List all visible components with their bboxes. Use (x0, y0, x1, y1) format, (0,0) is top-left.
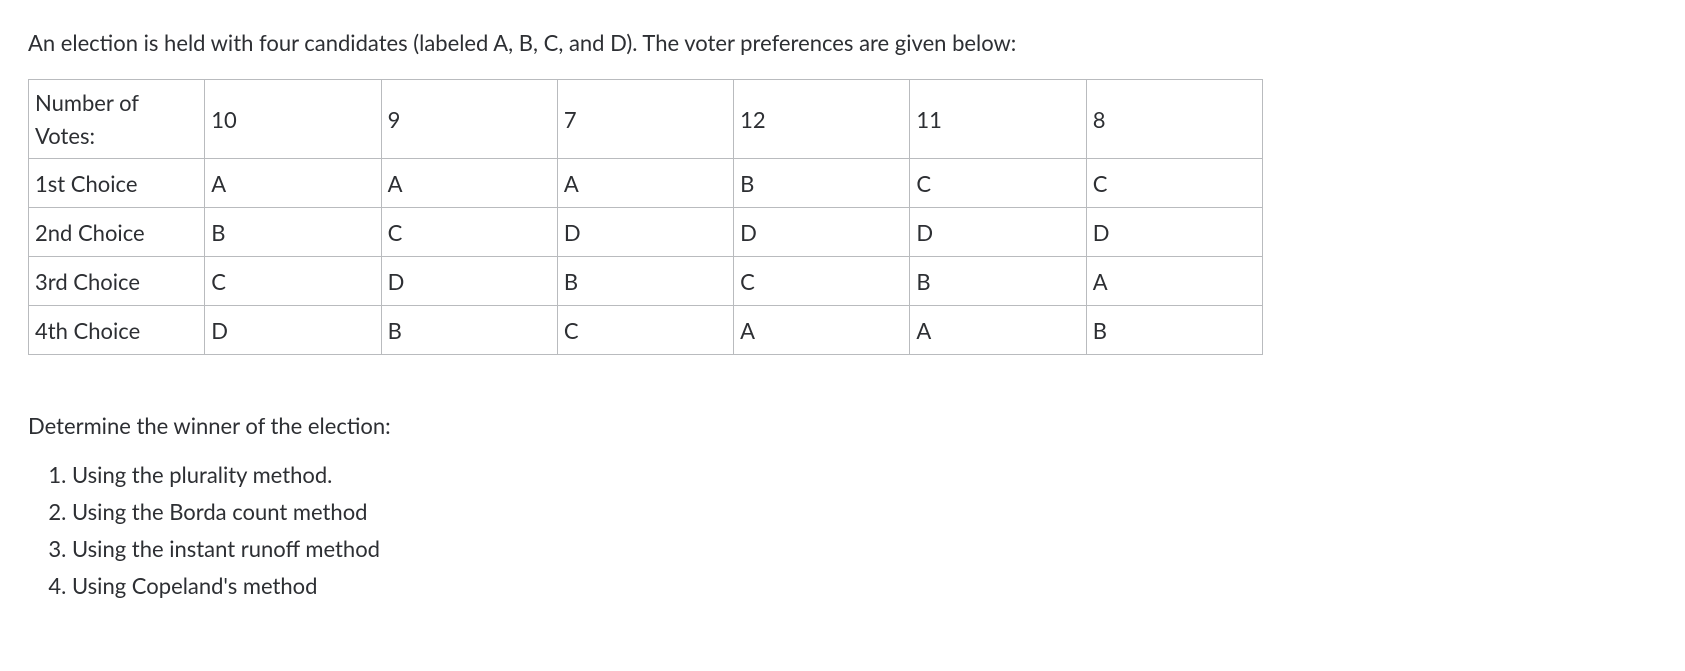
vote-count-cell: 9 (381, 80, 557, 159)
choice-cell: C (205, 257, 381, 306)
vote-count-cell: 8 (1086, 80, 1262, 159)
choice-cell: A (734, 306, 910, 355)
choice-cell: C (734, 257, 910, 306)
choice-cell: B (1086, 306, 1262, 355)
table-row: 3rd Choice C D B C B A (29, 257, 1263, 306)
choice-cell: B (557, 257, 733, 306)
table-row: 1st Choice A A A B C C (29, 159, 1263, 208)
row-label-cell: 3rd Choice (29, 257, 205, 306)
table-row: 2nd Choice B C D D D D (29, 208, 1263, 257)
choice-cell: D (381, 257, 557, 306)
table-header-row: Number of Votes: 10 9 7 12 11 8 (29, 80, 1263, 159)
choice-cell: D (910, 208, 1086, 257)
vote-count-cell: 10 (205, 80, 381, 159)
preference-table: Number of Votes: 10 9 7 12 11 8 1st Choi… (28, 79, 1263, 355)
choice-cell: B (381, 306, 557, 355)
choice-cell: C (910, 159, 1086, 208)
choice-cell: A (910, 306, 1086, 355)
choice-cell: C (557, 306, 733, 355)
choice-cell: D (734, 208, 910, 257)
choice-cell: A (381, 159, 557, 208)
choice-cell: D (557, 208, 733, 257)
choice-cell: C (1086, 159, 1262, 208)
choice-cell: C (381, 208, 557, 257)
row-label-cell: 1st Choice (29, 159, 205, 208)
vote-count-cell: 11 (910, 80, 1086, 159)
table-row: 4th Choice D B C A A B (29, 306, 1263, 355)
list-item: Using Copeland's method (72, 567, 1657, 604)
choice-cell: A (557, 159, 733, 208)
list-item: Using the plurality method. (72, 456, 1657, 493)
header-label-cell: Number of Votes: (29, 80, 205, 159)
intro-paragraph: An election is held with four candidates… (28, 26, 1657, 59)
choice-cell: A (205, 159, 381, 208)
vote-count-cell: 12 (734, 80, 910, 159)
methods-list: Using the plurality method. Using the Bo… (28, 456, 1657, 604)
choice-cell: B (205, 208, 381, 257)
row-label-cell: 2nd Choice (29, 208, 205, 257)
prompt-paragraph: Determine the winner of the election: (28, 409, 1657, 442)
list-item: Using the Borda count method (72, 493, 1657, 530)
vote-count-cell: 7 (557, 80, 733, 159)
choice-cell: B (734, 159, 910, 208)
choice-cell: B (910, 257, 1086, 306)
choice-cell: A (1086, 257, 1262, 306)
choice-cell: D (1086, 208, 1262, 257)
list-item: Using the instant runoff method (72, 530, 1657, 567)
choice-cell: D (205, 306, 381, 355)
row-label-cell: 4th Choice (29, 306, 205, 355)
